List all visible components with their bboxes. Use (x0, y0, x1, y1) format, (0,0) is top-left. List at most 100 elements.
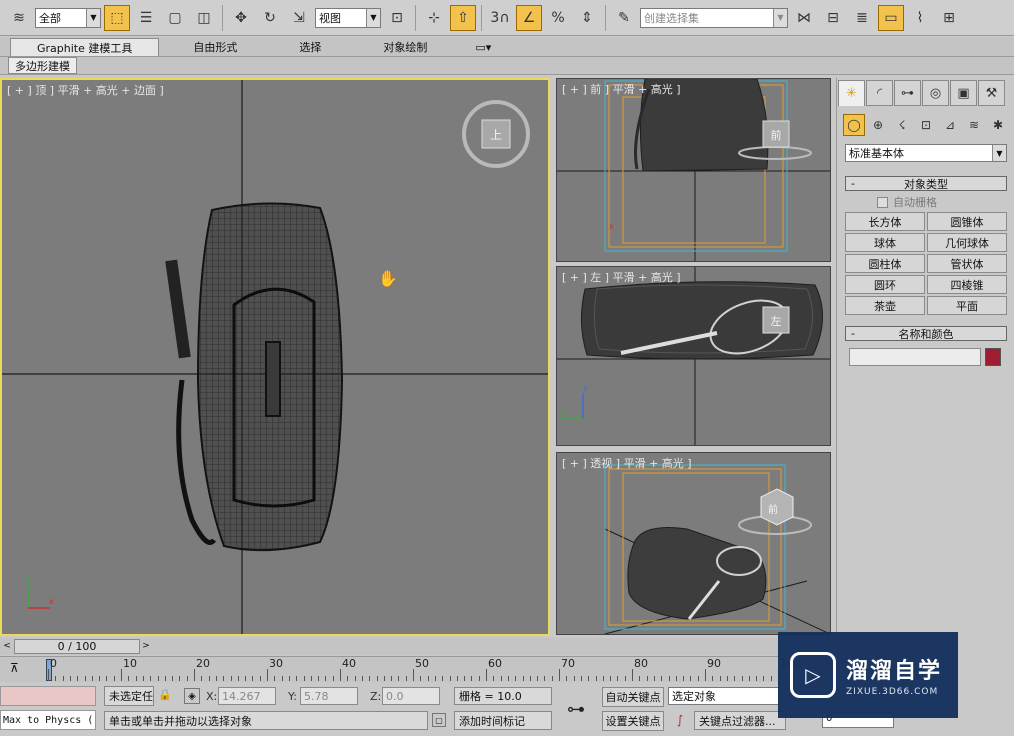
move-icon[interactable]: ✥ (228, 5, 254, 31)
absolute-mode-icon[interactable]: ◈ (184, 688, 200, 704)
track-bar[interactable]: ⊼ 0102030405060708090100 (0, 656, 801, 682)
scale-icon[interactable]: ⇲ (286, 5, 312, 31)
select-manipulate-icon[interactable]: ⊹ (421, 5, 447, 31)
object-name-field[interactable] (849, 348, 981, 366)
spacewarps-icon[interactable]: ≋ (963, 114, 985, 136)
coord-system-dropdown[interactable]: 视图 ▼ (315, 7, 381, 28)
maxscript-listener-top[interactable] (0, 686, 96, 706)
modify-tab-icon[interactable]: ◜ (866, 80, 893, 106)
ribbon-options-icon[interactable]: ▭▾ (461, 38, 505, 56)
percent-snap-icon[interactable]: % (545, 5, 571, 31)
named-selection-dropdown[interactable]: 创建选择集 ▼ (640, 7, 788, 28)
viewcube-top-label[interactable]: 上 (490, 128, 502, 142)
viewport-front[interactable]: 前 x [ + ] 前 ] 平滑 + 高光 ] (556, 78, 831, 262)
angle-snap-icon[interactable]: ∠ (516, 4, 542, 31)
plane-button[interactable]: 平面 (927, 296, 1007, 315)
pyramid-button[interactable]: 四棱锥 (927, 275, 1007, 294)
layer-manager-icon[interactable]: ≣ (849, 5, 875, 31)
snaps-toggle-icon[interactable]: 3 ∩ (487, 5, 513, 31)
tube-button[interactable]: 管状体 (927, 254, 1007, 273)
timeline-tick (318, 676, 320, 681)
geometry-icon[interactable]: ◯ (843, 114, 865, 136)
autogrid-checkbox[interactable]: 自动栅格 (877, 194, 937, 210)
timeline-tick (150, 676, 152, 681)
geosphere-button[interactable]: 几何球体 (927, 233, 1007, 252)
select-object-icon[interactable]: ⬚ (104, 4, 130, 31)
systems-icon[interactable]: ✱ (987, 114, 1009, 136)
tab-selection[interactable]: 选择 (271, 38, 349, 56)
sphere-button[interactable]: 球体 (845, 233, 925, 252)
viewport-front-label[interactable]: [ + ] 前 ] 平滑 + 高光 ] (562, 81, 681, 97)
timeline-tick-label: 90 (707, 657, 721, 670)
teapot-button[interactable]: 茶壶 (845, 296, 925, 315)
create-tab-icon[interactable]: ✳ (838, 80, 865, 106)
timeline-tick (354, 676, 356, 681)
cone-button[interactable]: 圆锥体 (927, 212, 1007, 231)
schematic-view-icon[interactable]: ⊞ (936, 5, 962, 31)
mirror-icon[interactable]: ⋈ (791, 5, 817, 31)
rotate-icon[interactable]: ↻ (257, 5, 283, 31)
graphite-toggle-icon[interactable]: ▭ (878, 4, 904, 31)
hierarchy-tab-icon[interactable]: ⊶ (894, 80, 921, 106)
time-slider-thumb[interactable]: 0 / 100 (14, 639, 140, 654)
object-color-swatch[interactable] (985, 348, 1001, 366)
tab-freeform[interactable]: 自由形式 (165, 38, 265, 56)
object-type-rollout[interactable]: - 对象类型 (845, 176, 1007, 191)
motion-tab-icon[interactable]: ◎ (922, 80, 949, 106)
edit-named-selection-icon[interactable]: ✎ (611, 5, 637, 31)
rect-selection-icon[interactable]: ▢ (162, 5, 188, 31)
curve-editor-icon[interactable]: ⌇ (907, 5, 933, 31)
window-crossing-icon[interactable]: ◫ (191, 5, 217, 31)
timeline-tick (478, 676, 480, 681)
z-coord-field[interactable]: 0.0 (382, 687, 440, 705)
set-key-icon[interactable]: ⊶ (556, 688, 596, 730)
tab-graphite-modeling[interactable]: Graphite 建模工具 (10, 38, 160, 56)
display-tab-icon[interactable]: ▣ (950, 80, 977, 106)
box-button[interactable]: 长方体 (845, 212, 925, 231)
timeline-tick (201, 676, 203, 681)
align-icon[interactable]: ⊟ (820, 5, 846, 31)
time-tag-icon[interactable]: ▢ (432, 713, 446, 727)
maxscript-listener-input[interactable]: Max to Physcs ( (0, 710, 96, 730)
name-color-rollout[interactable]: - 名称和颜色 (845, 326, 1007, 341)
tab-object-paint[interactable]: 对象绘制 (355, 38, 455, 56)
geometry-type-dropdown[interactable]: 标准基本体 ▼ (845, 144, 1007, 162)
viewcube-left-label[interactable]: 左 (771, 315, 782, 328)
undo-redo-icon[interactable]: ≋ (6, 5, 32, 31)
viewport-left[interactable]: 左 z y [ + ] 左 ] 平滑 + 高光 ] (556, 266, 831, 446)
select-by-name-icon[interactable]: ☰ (133, 5, 159, 31)
pivot-center-icon[interactable]: ⊡ (384, 5, 410, 31)
utilities-tab-icon[interactable]: ⚒ (978, 80, 1005, 106)
viewport-left-label[interactable]: [ + ] 左 ] 平滑 + 高光 ] (562, 269, 681, 285)
timeline-tick (705, 669, 706, 681)
y-label: Y: (288, 690, 297, 703)
spinner-snap-icon[interactable]: ⇕ (574, 5, 600, 31)
prev-frame-icon[interactable]: < (1, 639, 13, 653)
key-selection-dropdown[interactable]: 选定对象 (668, 687, 780, 705)
next-frame-icon[interactable]: > (140, 639, 152, 653)
key-tangent-icon[interactable]: ∫ (670, 711, 690, 729)
viewport-persp-label[interactable]: [ + ] 透视 ] 平滑 + 高光 ] (562, 455, 692, 471)
tab-polygon-modeling[interactable]: 多边形建模 (8, 57, 77, 74)
cylinder-button[interactable]: 圆柱体 (845, 254, 925, 273)
auto-key-button[interactable]: 自动关键点 (602, 687, 664, 707)
shapes-icon[interactable]: ⊕ (867, 114, 889, 136)
y-coord-field[interactable]: 5.78 (300, 687, 358, 705)
x-coord-field[interactable]: 14.267 (218, 687, 276, 705)
viewport-top-label[interactable]: [ + ] 顶 ] 平滑 + 高光 + 边面 ] (7, 82, 164, 98)
key-filters-button[interactable]: 关键点过滤器... (694, 711, 786, 730)
viewport-perspective[interactable]: 前 [ + ] 透视 ] 平滑 + 高光 ] (556, 452, 831, 635)
keyboard-shortcut-override-icon[interactable]: ⇧ (450, 4, 476, 31)
viewcube-front-label[interactable]: 前 (771, 128, 782, 142)
lock-icon[interactable]: 🔒 (158, 688, 172, 701)
mini-curve-editor-icon[interactable]: ⊼ (10, 661, 19, 675)
viewcube-persp-label[interactable]: 前 (768, 503, 778, 516)
cameras-icon[interactable]: ⊡ (915, 114, 937, 136)
lights-icon[interactable]: ☇ (891, 114, 913, 136)
helpers-icon[interactable]: ⊿ (939, 114, 961, 136)
set-key-button[interactable]: 设置关键点 (602, 711, 664, 731)
selection-filter-dropdown[interactable]: 全部 ▼ (35, 7, 101, 28)
viewport-top[interactable]: 上 y x ✋ [ + ] 顶 ] 平滑 + 高光 + 边面 ] (0, 78, 550, 636)
torus-button[interactable]: 圆环 (845, 275, 925, 294)
add-time-tag-button[interactable]: 添加时间标记 (454, 711, 552, 730)
